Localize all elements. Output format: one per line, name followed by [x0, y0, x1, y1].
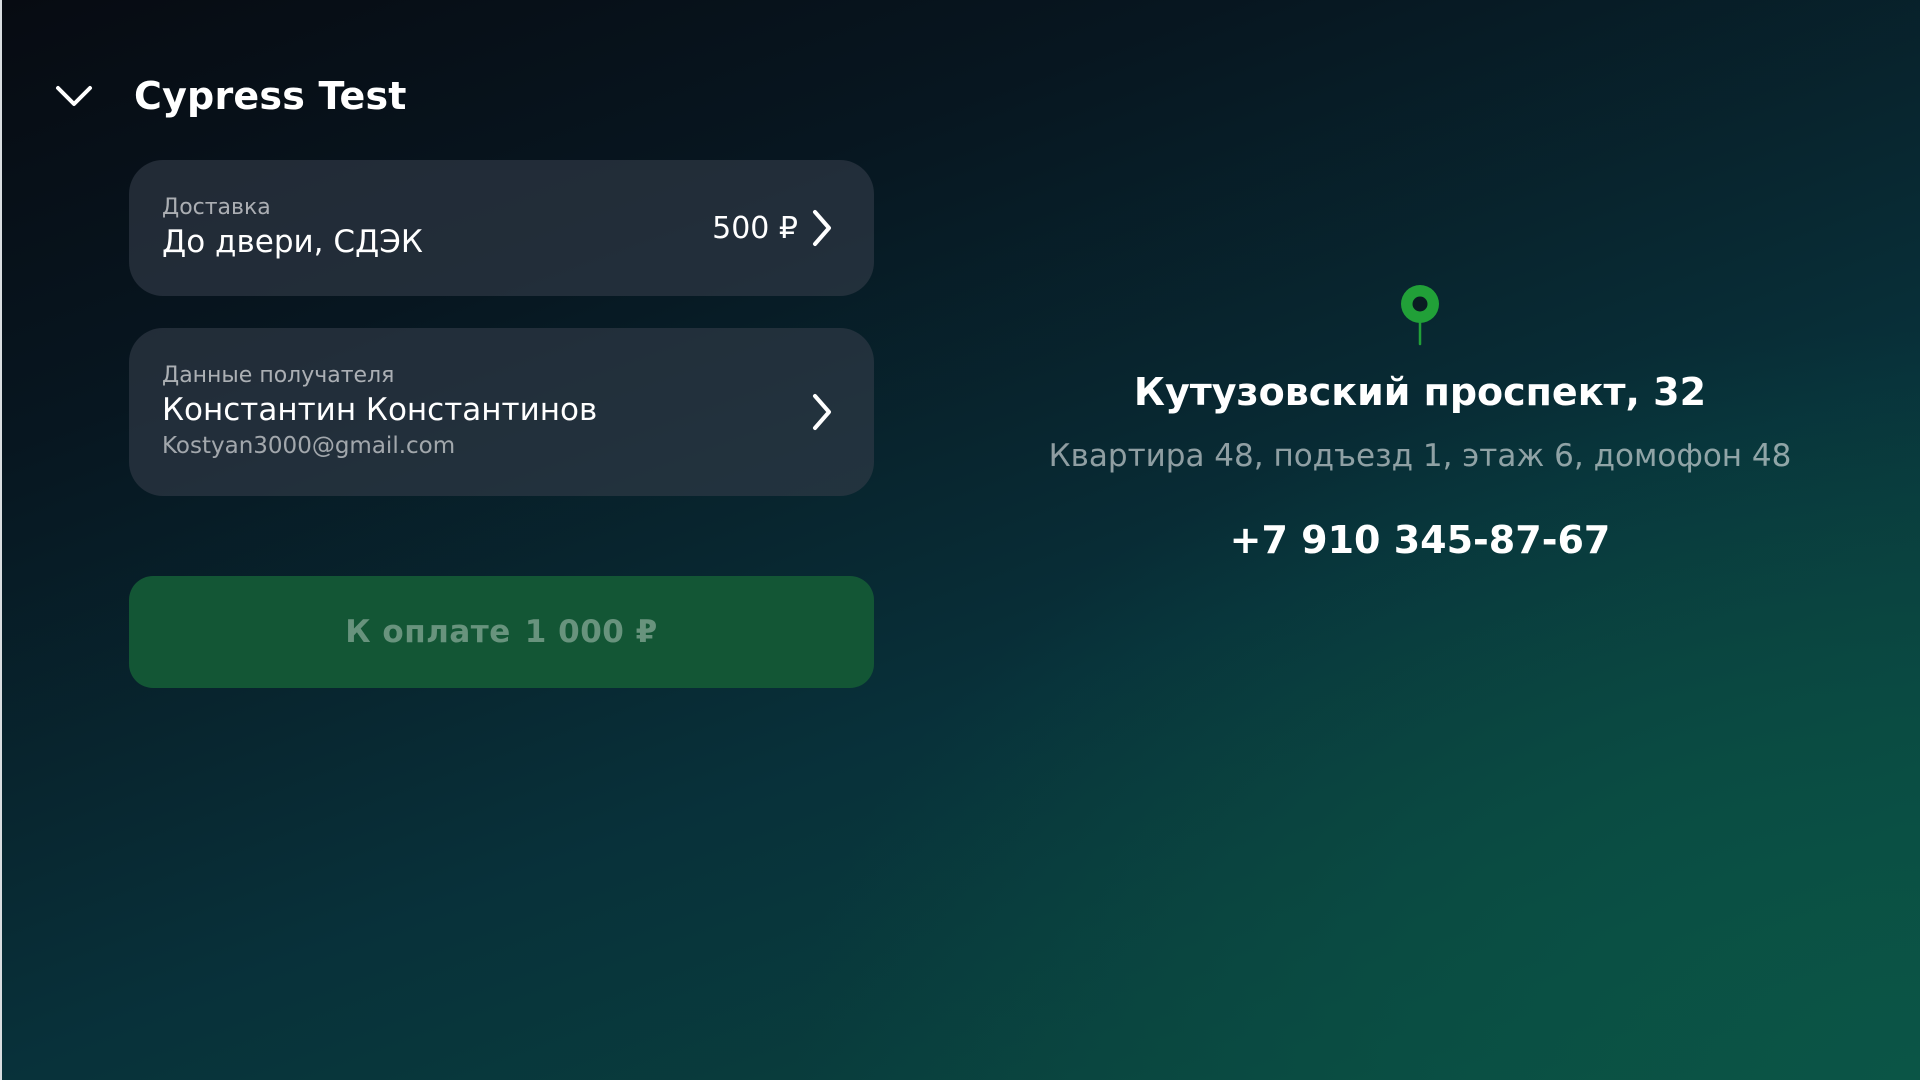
address-title: Кутузовский проспект, 32 [1133, 370, 1707, 414]
address-details: Квартира 48, подъезд 1, этаж 6, домофон … [1048, 438, 1792, 474]
recipient-text: Данные получателя Константин Константино… [162, 362, 810, 462]
address-block: Кутузовский проспект, 32 Квартира 48, по… [1020, 284, 1820, 564]
pay-label: К оплате [345, 614, 511, 650]
address-phone: +7 910 345-87-67 [1229, 518, 1611, 562]
page-title: Cypress Test [134, 74, 407, 118]
chevron-right-icon [810, 392, 834, 432]
pay-button[interactable]: К оплате 1 000 ₽ [129, 576, 874, 688]
chevron-down-icon [56, 86, 92, 106]
recipient-email: Kostyan3000@gmail.com [162, 433, 456, 459]
delivery-caption: Доставка [162, 195, 271, 220]
delivery-method: До двери, СДЭК [162, 224, 423, 260]
recipient-right [810, 392, 834, 432]
recipient-caption: Данные получателя [162, 363, 395, 388]
chevron-right-icon [810, 208, 834, 248]
pay-amount: 1 000 ₽ [524, 614, 658, 650]
delivery-text: Доставка До двери, СДЭК [162, 194, 712, 262]
delivery-price: 500 ₽ [712, 210, 798, 246]
delivery-right: 500 ₽ [712, 208, 834, 248]
delivery-card[interactable]: Доставка До двери, СДЭК 500 ₽ [129, 160, 874, 296]
recipient-card[interactable]: Данные получателя Константин Константино… [129, 328, 874, 496]
window-edge [0, 0, 2, 1080]
recipient-name: Константин Константинов [162, 392, 598, 428]
page-header: Cypress Test [52, 68, 407, 124]
collapse-button[interactable] [52, 74, 96, 118]
map-pin-icon [1401, 285, 1439, 346]
